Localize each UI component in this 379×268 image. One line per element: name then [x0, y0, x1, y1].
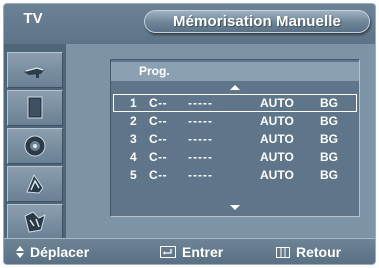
sidebar-item-input[interactable] — [7, 204, 63, 240]
color-system-value: BG — [320, 168, 338, 182]
list-item[interactable]: 4 C-- ----- AUTO BG — [113, 148, 357, 166]
channel-value: C-- — [149, 132, 168, 146]
footer-return: Retour — [276, 244, 341, 260]
enter-icon — [160, 246, 176, 258]
search-mode-value: AUTO — [260, 132, 294, 146]
channel-value: C-- — [149, 114, 168, 128]
program-number: 1 — [130, 96, 137, 110]
speaker-icon — [24, 135, 46, 157]
program-number: 5 — [130, 168, 137, 182]
up-down-arrow-icon — [16, 246, 24, 258]
color-system-value: BG — [320, 132, 338, 146]
menu-icon — [276, 246, 290, 258]
sidebar-item-sound[interactable] — [7, 128, 63, 164]
color-system-value: BG — [320, 150, 338, 164]
color-system-value: BG — [320, 114, 338, 128]
tv-label: TV — [23, 10, 43, 27]
scroll-down-arrow-icon[interactable] — [230, 205, 240, 210]
program-list: Prog. 1 C-- ----- AUTO BG 2 C-- ----- AUTO BG 3 C--… — [110, 59, 360, 217]
sidebar-item-picture[interactable] — [7, 90, 63, 126]
color-system-value: BG — [320, 96, 338, 110]
settings-icon — [26, 173, 44, 194]
footer-move: Déplacer — [16, 244, 89, 260]
channel-value: C-- — [149, 168, 168, 182]
channel-value: C-- — [149, 96, 168, 110]
program-number: 2 — [130, 114, 137, 128]
channel-value: C-- — [149, 150, 168, 164]
name-value: ----- — [188, 132, 213, 146]
program-rows: 1 C-- ----- AUTO BG 2 C-- ----- AUTO BG 3 C-- ----- A… — [113, 94, 357, 184]
footer-bar: Déplacer Entrer Retour — [4, 238, 375, 264]
menu-title: Mémorisation Manuelle — [144, 10, 370, 33]
search-mode-value: AUTO — [260, 168, 294, 182]
main-area: Prog. 1 C-- ----- AUTO BG 2 C-- ----- AUTO BG 3 C--… — [66, 44, 375, 238]
scroll-up-arrow-icon[interactable] — [230, 85, 240, 90]
header-bar: TV Mémorisation Manuelle — [4, 4, 375, 44]
sidebar — [4, 44, 66, 240]
search-mode-value: AUTO — [260, 150, 294, 164]
footer-enter-label: Entrer — [182, 244, 224, 260]
monitor-icon — [27, 96, 43, 119]
input-icon — [24, 211, 46, 233]
list-item[interactable]: 3 C-- ----- AUTO BG — [113, 130, 357, 148]
search-mode-value: AUTO — [260, 114, 294, 128]
program-number: 4 — [130, 150, 137, 164]
name-value: ----- — [188, 96, 213, 110]
footer-enter: Entrer — [160, 244, 223, 260]
search-mode-value: AUTO — [260, 96, 294, 110]
list-item[interactable]: 2 C-- ----- AUTO BG — [113, 112, 357, 130]
name-value: ----- — [188, 114, 213, 128]
name-value: ----- — [188, 150, 213, 164]
program-number: 3 — [130, 132, 137, 146]
antenna-icon — [24, 67, 44, 78]
footer-move-label: Déplacer — [30, 244, 90, 260]
footer-return-label: Retour — [296, 244, 342, 260]
sidebar-item-function[interactable] — [7, 166, 63, 202]
name-value: ----- — [188, 168, 213, 182]
sidebar-item-channel[interactable] — [7, 52, 63, 88]
list-item[interactable]: 1 C-- ----- AUTO BG — [113, 94, 357, 112]
osd-screen: TV Mémorisation Manuelle Prog. 1 C-- ---… — [3, 3, 376, 265]
list-item[interactable]: 5 C-- ----- AUTO BG — [113, 166, 357, 184]
column-header-prog: Prog. — [111, 62, 359, 81]
